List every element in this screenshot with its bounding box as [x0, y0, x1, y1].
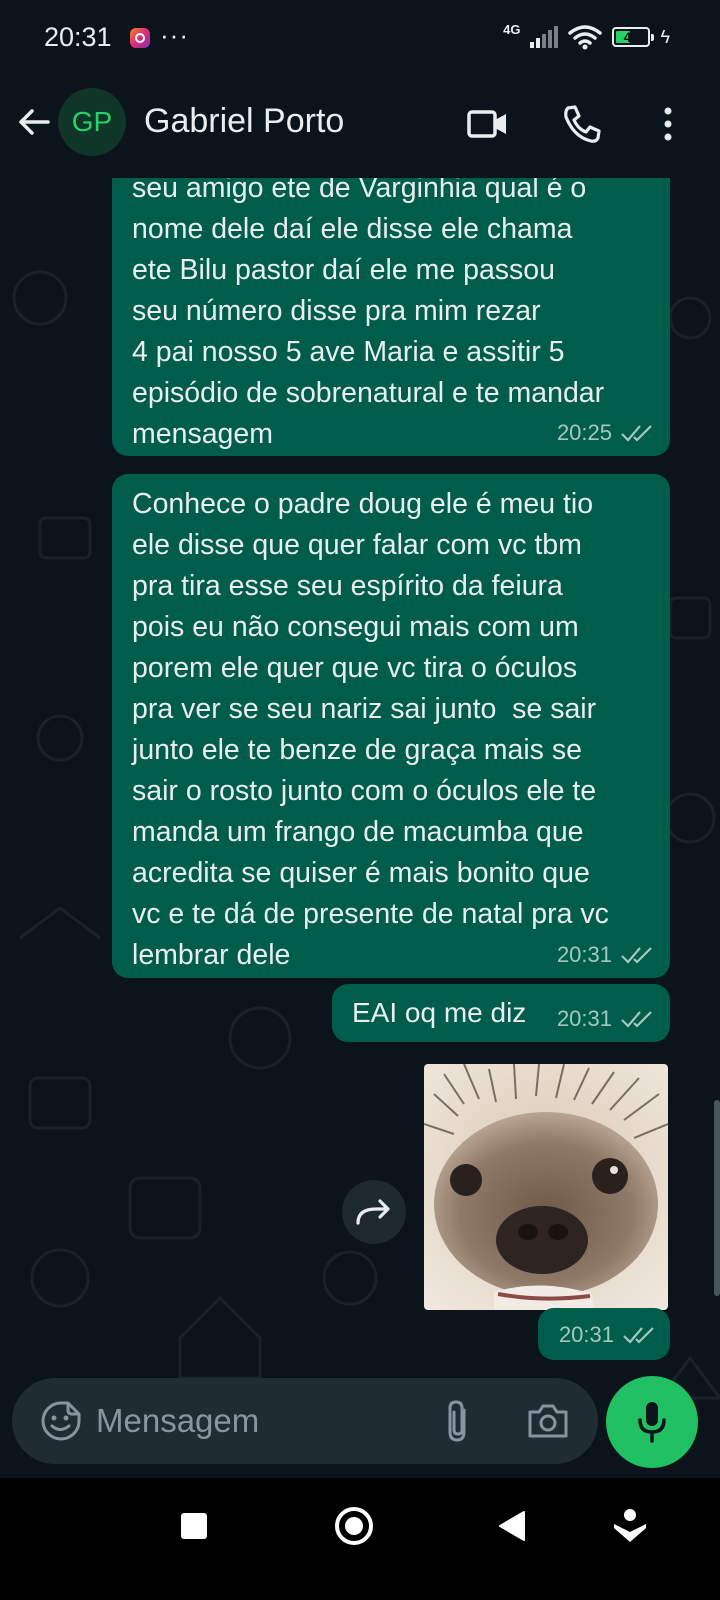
- network-type-label: 4G: [503, 21, 521, 37]
- battery-icon: 41: [612, 27, 655, 47]
- emoji-sticker-icon[interactable]: [40, 1400, 82, 1442]
- back-arrow-icon[interactable]: [14, 102, 54, 142]
- status-indicators: 4G 41 ϟ: [503, 22, 670, 52]
- message-input-bar[interactable]: Mensagem: [12, 1378, 598, 1464]
- mic-icon: [638, 1402, 666, 1443]
- hedgehog-sticker-image: [424, 1064, 668, 1310]
- assistant-icon: [614, 1509, 646, 1542]
- video-call-icon[interactable]: [466, 102, 510, 146]
- avatar[interactable]: GP: [58, 88, 126, 156]
- message-meta: 20:31: [559, 1322, 656, 1348]
- status-bar: 20:31 ··· 4G 41 ϟ: [0, 0, 720, 78]
- instagram-icon: [130, 28, 150, 48]
- charging-icon: ϟ: [660, 26, 670, 47]
- recents-square-icon: [181, 1513, 207, 1539]
- message-bubble[interactable]: Conhece o padre doug ele é meu tio ele d…: [112, 474, 670, 978]
- forward-icon: [356, 1199, 390, 1225]
- read-ticks-icon: [621, 947, 652, 964]
- chat-header: GP Gabriel Porto: [0, 78, 720, 178]
- phone-icon[interactable]: [560, 102, 604, 146]
- message-text: seu amigo ete de Varginhia qual é o nome…: [132, 178, 605, 450]
- message-meta: 20:25: [557, 420, 654, 446]
- contact-name[interactable]: Gabriel Porto: [144, 102, 344, 141]
- forward-button[interactable]: [342, 1180, 406, 1244]
- more-vert-icon[interactable]: [646, 102, 690, 146]
- chat-area[interactable]: seu amigo ete de Varginhia qual é o nome…: [0, 178, 720, 1478]
- message-time: 20:31: [558, 1322, 614, 1347]
- scrollbar[interactable]: [714, 1100, 720, 1296]
- system-nav-bar: [0, 1478, 720, 1600]
- signal-icon: [530, 26, 559, 48]
- home-button[interactable]: [330, 1502, 378, 1550]
- message-time: 20:31: [556, 1006, 612, 1031]
- sticker-time-badge: 20:31: [538, 1308, 670, 1360]
- assistant-button[interactable]: [606, 1502, 654, 1550]
- battery-level: 41: [623, 29, 640, 45]
- mic-button[interactable]: [606, 1376, 698, 1468]
- wifi-icon: [568, 25, 603, 50]
- attach-icon[interactable]: [440, 1398, 476, 1444]
- back-triangle-icon: [499, 1511, 525, 1541]
- home-circle-icon: [335, 1507, 373, 1545]
- message-bubble[interactable]: EAI oq me diz 20:31: [332, 984, 670, 1042]
- message-input-placeholder[interactable]: Mensagem: [96, 1402, 259, 1440]
- hedgehog-sticker[interactable]: [424, 1064, 668, 1310]
- status-more-dots: ···: [160, 20, 189, 50]
- camera-icon[interactable]: [526, 1400, 570, 1442]
- status-time: 20:31: [44, 22, 112, 52]
- recents-button[interactable]: [170, 1502, 218, 1550]
- read-ticks-icon: [621, 1011, 652, 1028]
- message-text: Conhece o padre doug ele é meu tio ele d…: [132, 488, 609, 971]
- nav-back-button[interactable]: [488, 1502, 536, 1550]
- read-ticks-icon: [623, 1327, 654, 1344]
- message-meta: 20:31: [557, 942, 654, 968]
- message-time: 20:31: [556, 942, 612, 967]
- message-bubble[interactable]: seu amigo ete de Varginhia qual é o nome…: [112, 178, 670, 456]
- message-meta: 20:31: [557, 1006, 654, 1032]
- message-time: 20:25: [556, 420, 612, 445]
- read-ticks-icon: [621, 425, 652, 442]
